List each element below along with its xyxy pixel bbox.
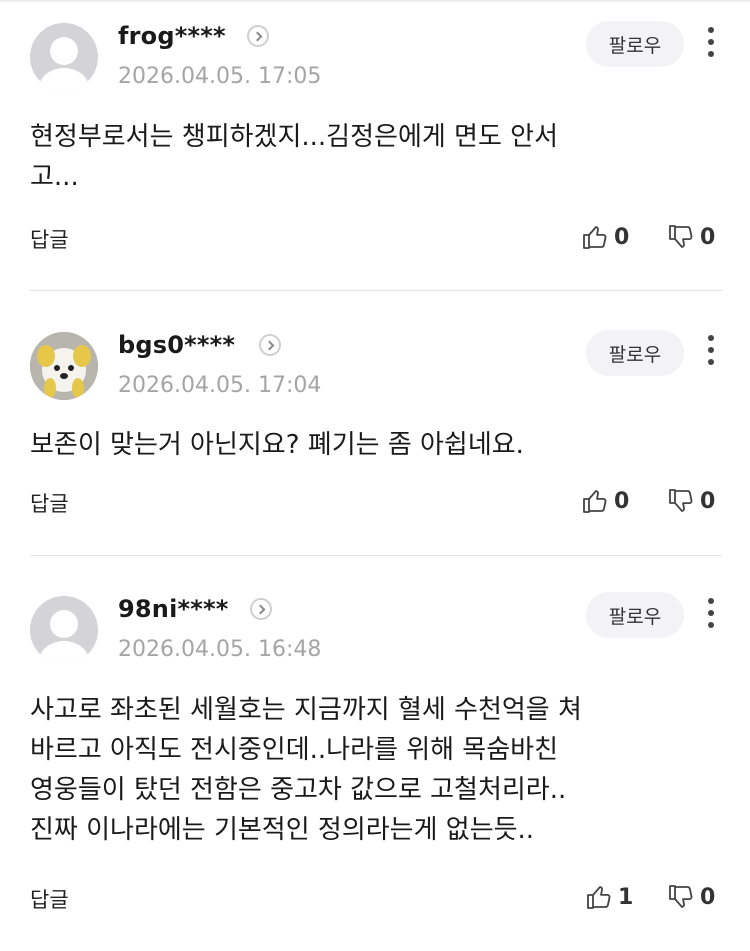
dog-photo-avatar [30,332,98,400]
chevron-right-circle-icon[interactable] [250,598,272,620]
thumbs-up-icon [583,226,607,249]
avatar-head-shape [50,37,78,65]
dislike-count: 0 [700,224,716,250]
more-vertical-icon[interactable] [705,335,717,369]
chevron-right-circle-icon[interactable] [247,25,269,47]
comment-text: 현정부로서는 챙피하겠지...김정은에게 면도 안서 고... [30,122,558,192]
follow-button[interactable]: 팔로우 [586,21,684,67]
chevron-right-circle-icon[interactable] [259,334,281,356]
nickname[interactable]: bgs0**** [118,331,235,359]
top-edge-shadow [0,0,750,3]
dislike-button[interactable]: 0 [668,224,715,250]
dislike-count: 0 [700,488,716,514]
thumbs-down-icon [669,489,693,512]
avatar-body-shape [39,641,89,664]
thumbs-up-icon [583,490,607,513]
more-vertical-icon[interactable] [705,598,717,632]
like-button[interactable]: 1 [586,884,633,910]
like-button[interactable]: 0 [582,224,629,250]
avatar[interactable] [30,596,98,664]
reply-button[interactable]: 답글 [30,224,69,254]
follow-button[interactable]: 팔로우 [586,330,684,376]
nickname[interactable]: 98ni**** [118,595,229,623]
dislike-button[interactable]: 0 [668,884,715,910]
dislike-button[interactable]: 0 [668,488,715,514]
avatar-head-shape [50,610,78,638]
like-count: 1 [618,884,634,910]
reply-button[interactable]: 답글 [30,884,69,914]
more-vertical-icon[interactable] [705,27,717,61]
avatar-body-shape [39,68,89,91]
nickname[interactable]: frog**** [118,22,226,50]
thumbs-down-icon [669,225,693,248]
comment-date: 2026.04.05. 17:05 [118,64,322,89]
divider [30,555,722,556]
avatar[interactable] [30,332,98,400]
avatar[interactable] [30,23,98,91]
comment-text: 사고로 좌초된 세월호는 지금까지 혈세 수천억을 쳐 바르고 아직도 전시중인… [30,695,582,845]
like-count: 0 [614,488,630,514]
comment-date: 2026.04.05. 17:04 [118,373,322,398]
comment-text: 보존이 맞는거 아닌지요? 폐기는 좀 아쉽네요. [30,430,524,460]
divider [30,290,722,291]
like-count: 0 [614,224,630,250]
thumbs-up-icon [587,886,611,909]
follow-button[interactable]: 팔로우 [586,592,684,638]
comment-date: 2026.04.05. 16:48 [118,637,322,662]
like-button[interactable]: 0 [582,488,629,514]
thumbs-down-icon [669,885,693,908]
dislike-count: 0 [700,884,716,910]
reply-button[interactable]: 답글 [30,488,69,518]
